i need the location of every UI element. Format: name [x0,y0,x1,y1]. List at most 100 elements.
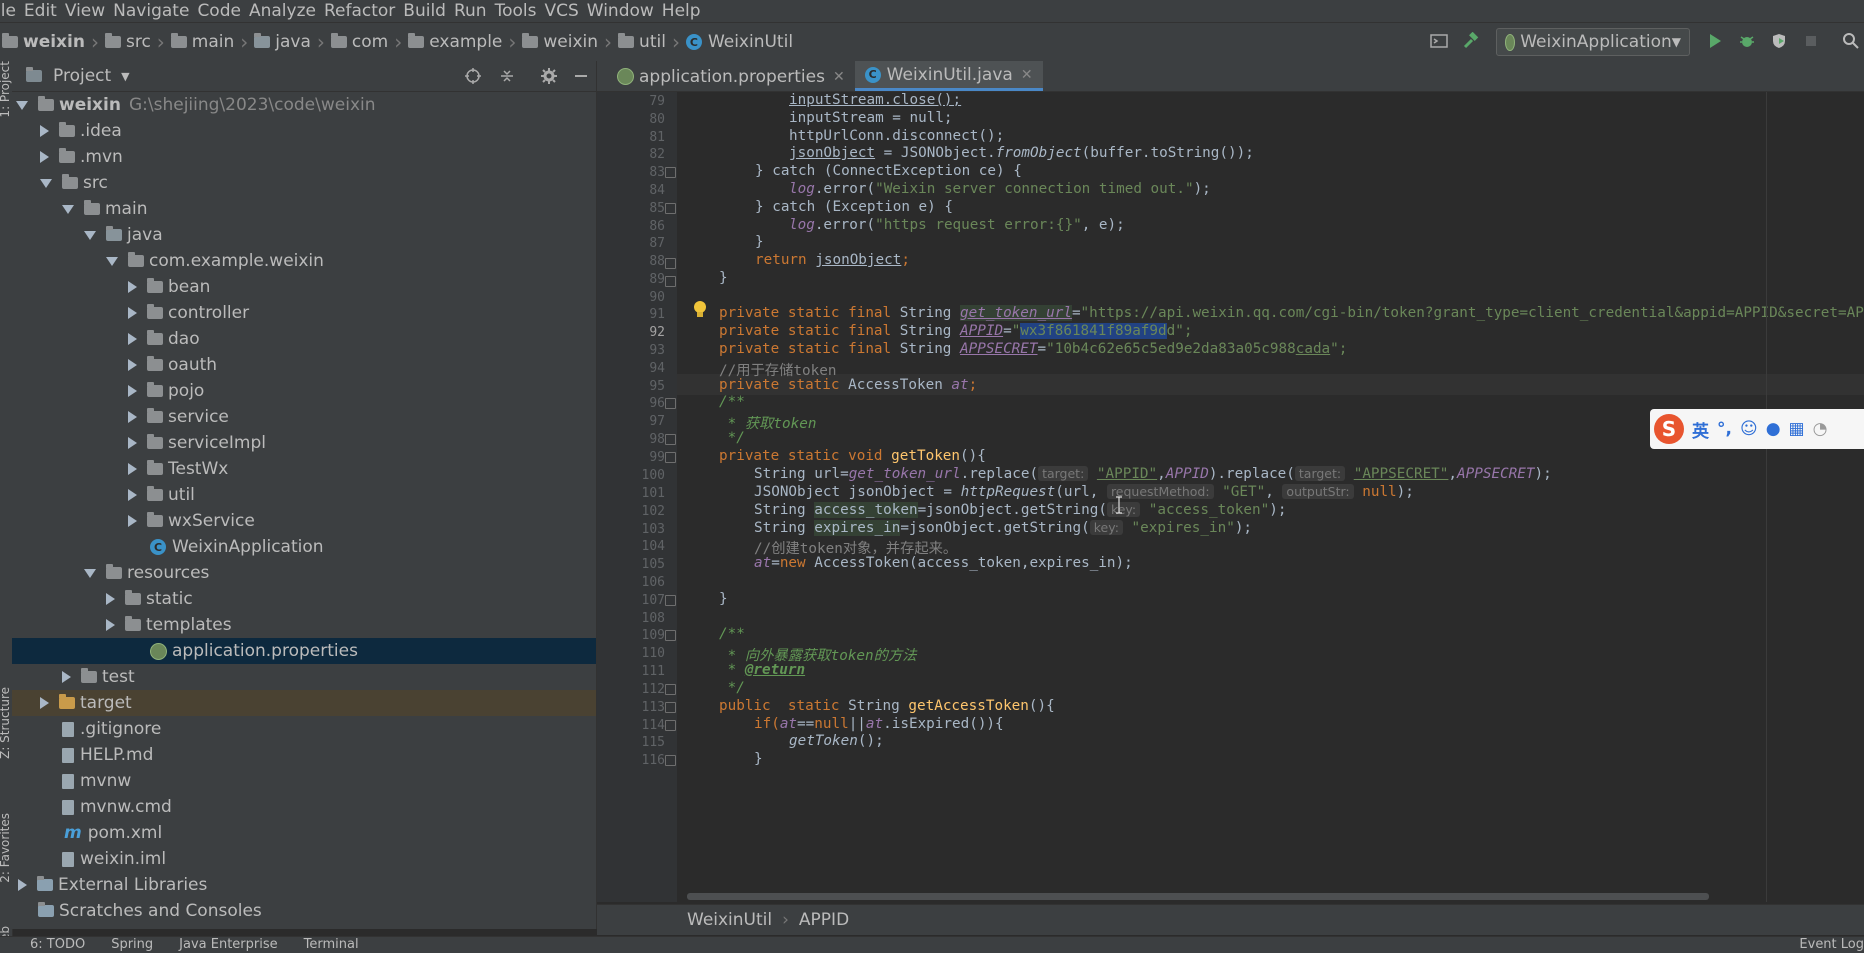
debug-icon[interactable] [1738,32,1756,50]
breadcrumb-example[interactable]: › example [388,30,502,54]
editor-breadcrumb-class[interactable]: WeixinUtil [687,910,772,930]
fold-marker[interactable] [665,398,676,409]
fold-marker[interactable] [665,702,676,713]
code-line-111: * @return [719,662,806,678]
tool-window-structure[interactable]: Z: Structure [0,687,12,759]
tool-event-log[interactable]: Event Log [1799,937,1864,952]
build-hammer-icon[interactable] [1462,32,1480,50]
close-icon[interactable]: ✕ [1021,67,1033,83]
tool-window-favorites[interactable]: 2: Favorites [0,813,12,883]
search-icon[interactable] [1842,32,1860,50]
fold-marker[interactable] [665,258,676,269]
chevron-down-icon[interactable]: ▼ [121,70,129,83]
code-line-101: JSONObject jsonObject = httpRequest(url,… [754,484,1414,500]
tool-todo[interactable]: 6: TODO [30,937,85,952]
tree-item-application-properties[interactable]: application.properties [12,638,596,664]
menu-edit[interactable]: Edit [24,1,67,21]
breadcrumb-weixin[interactable]: › weixin [502,30,598,54]
code-line-95: private static AccessToken at; [719,377,978,393]
fold-marker[interactable] [665,630,676,641]
tree-item-pom-xml[interactable]: m pom.xml [12,820,648,846]
tool-terminal[interactable]: Terminal [304,937,359,952]
tree-item-target[interactable]: target [12,690,596,716]
tree-item-com-example-weixin[interactable]: com.example.weixin [12,248,690,274]
tree-item-weixin-iml[interactable]: weixin.iml [12,846,646,872]
fold-marker[interactable] [665,434,676,445]
menu-build[interactable]: Build [403,1,456,21]
fold-marker[interactable] [665,167,676,178]
microphone-icon[interactable]: ● [1766,419,1781,439]
gear-icon[interactable] [540,67,558,85]
breadcrumb-util[interactable]: › util [598,30,666,54]
tree-item-src[interactable]: src [12,170,624,196]
tree-item-templates[interactable]: templates [12,612,690,638]
emoji-icon[interactable]: ☺ [1740,419,1758,439]
tree-item-main[interactable]: main [12,196,646,222]
close-icon[interactable]: ✕ [833,69,845,85]
tree-item-resources[interactable]: resources [12,560,668,586]
tree-root-weixin[interactable]: weixin G:\shejiing\2023\code\weixin [12,92,600,118]
project-view-title[interactable]: Project [53,66,111,86]
stop-icon[interactable] [1802,32,1820,50]
hide-panel-icon[interactable] [572,67,590,85]
fold-marker[interactable] [665,755,676,766]
tab-application-properties[interactable]: application.properties ✕ [607,62,855,91]
chevron-right-icon [40,151,49,163]
tree-item-mvn[interactable]: .mvn [12,144,624,170]
breadcrumb-weixinutil[interactable]: › C WeixinUtil [666,30,793,54]
fold-marker[interactable] [665,720,676,731]
editor-breadcrumb-field[interactable]: APPID [799,910,849,930]
code-editor[interactable]: inputStream.close(); inputStream = null;… [677,92,1864,902]
code-line-96: /** [719,394,745,410]
run-configuration-select[interactable]: WeixinApplication ▼ [1496,28,1690,56]
tree-item-help-md[interactable]: HELP.md [12,742,646,768]
coverage-icon[interactable] [1770,32,1788,50]
tree-item-test[interactable]: test [12,664,646,690]
tree-item-idea[interactable]: .idea [12,118,624,144]
menu-help[interactable]: Help [662,1,711,21]
menu-view[interactable]: View [65,1,115,21]
tree-item-scratches[interactable]: Scratches and Consoles [12,898,622,924]
fold-marker[interactable] [665,595,676,606]
menu-code[interactable]: Code [197,1,251,21]
menu-refactor[interactable]: Refactor [324,1,405,21]
tool-java-enterprise[interactable]: Java Enterprise [179,937,277,952]
menu-analyze[interactable]: Analyze [249,1,326,21]
user-icon[interactable]: ◔ [1813,419,1828,439]
menu-vcs[interactable]: VCS [544,1,588,21]
breadcrumb-project[interactable]: weixin [2,32,85,52]
tree-item-external-libraries[interactable]: External Libraries [12,872,602,898]
menu-tools[interactable]: Tools [495,1,547,21]
menu-window[interactable]: Window [587,1,664,21]
terminal-window-icon[interactable] [1430,32,1448,50]
menu-navigate[interactable]: Navigate [113,1,199,21]
menu-file[interactable]: ile [0,1,26,21]
horizontal-scrollbar[interactable] [687,893,1709,900]
breadcrumb-java[interactable]: › java [234,30,311,54]
tab-weixinutil-java[interactable]: C WeixinUtil.java ✕ [854,61,1043,91]
sogou-logo-icon[interactable]: S [1654,414,1684,444]
lightbulb-icon[interactable] [692,300,708,320]
chevron-right-icon [106,593,115,605]
fold-marker[interactable] [665,452,676,463]
tree-item-mvnw-cmd[interactable]: mvnw.cmd [12,794,646,820]
locate-target-icon[interactable] [464,67,482,85]
breadcrumb-src[interactable]: › src [85,30,151,54]
breadcrumb-main[interactable]: › main [151,30,234,54]
fold-marker[interactable] [665,276,676,287]
collapse-all-icon[interactable] [498,67,516,85]
menu-run[interactable]: Run [454,1,497,21]
fold-marker[interactable] [665,684,676,695]
breadcrumb-com[interactable]: › com [311,30,388,54]
run-icon[interactable] [1706,32,1724,50]
fold-marker[interactable] [665,203,676,214]
keyboard-icon[interactable]: ▦ [1789,419,1805,439]
tree-item-mvnw[interactable]: mvnw [12,768,646,794]
tree-item-gitignore[interactable]: .gitignore [12,716,646,742]
tree-item-static[interactable]: static [12,586,690,612]
tree-item-java[interactable]: java [12,222,668,248]
ime-punctuation-toggle[interactable]: °, [1717,419,1732,439]
tool-spring[interactable]: Spring [111,937,153,952]
ime-language-toggle[interactable]: 英 [1692,417,1709,442]
tool-window-project[interactable]: 1: Project [0,61,12,118]
